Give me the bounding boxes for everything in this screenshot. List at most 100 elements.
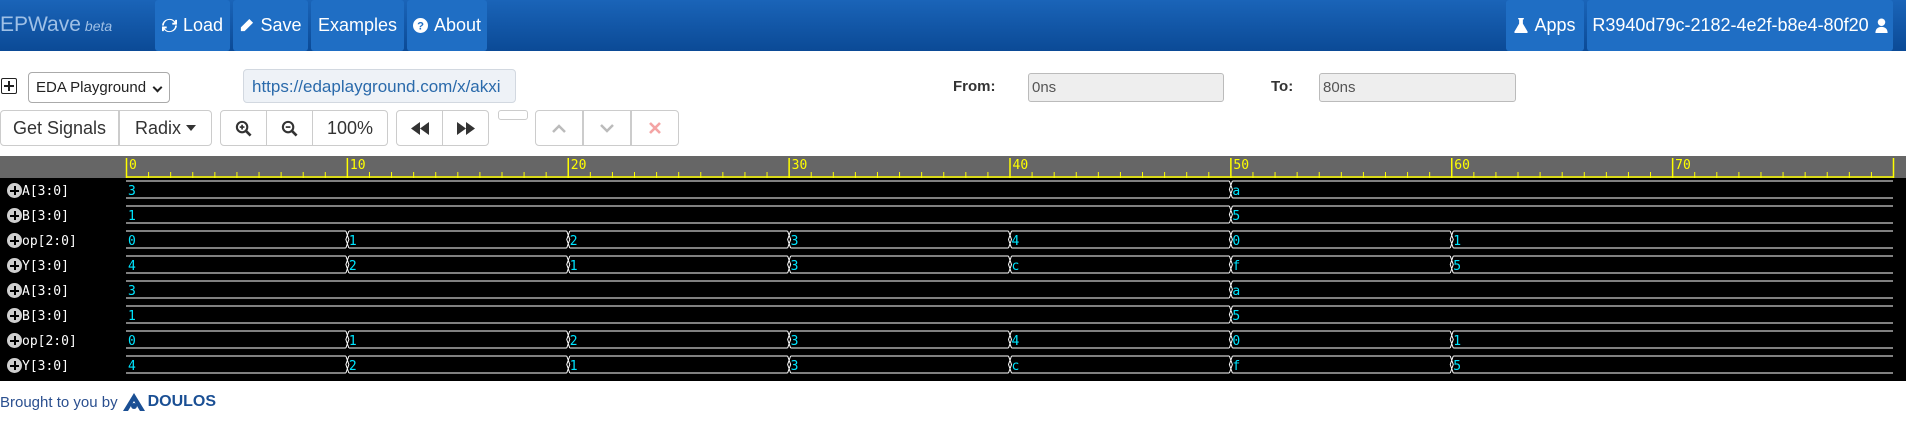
signal-value: 2 <box>349 359 357 374</box>
get-signals-button[interactable]: Get Signals <box>0 110 119 146</box>
doulos-logo-icon <box>122 393 145 411</box>
examples-button[interactable]: Examples <box>311 0 404 51</box>
signal-value: 2 <box>570 334 578 349</box>
timeline-ruler <box>0 156 1906 178</box>
footer: Brought to you by DOULOS <box>0 393 216 411</box>
signal-value: 2 <box>349 259 357 274</box>
close-icon <box>649 122 661 134</box>
chevron-down-icon <box>152 82 163 93</box>
timeline-tick-label: 20 <box>571 158 587 173</box>
signal-name: B[3:0] <box>22 209 69 224</box>
doulos-logo-text: DOULOS <box>147 393 217 410</box>
signal-value: 1 <box>1453 334 1461 349</box>
signal-value: 3 <box>791 359 799 374</box>
signal-value: 3 <box>791 234 799 249</box>
signal-row-label[interactable]: Y[3:0] <box>0 354 125 379</box>
signal-value: 4 <box>128 259 136 274</box>
signal-row-label[interactable]: Y[3:0] <box>0 254 125 279</box>
question-circle-icon: ? <box>412 18 428 33</box>
playground-select[interactable]: EDA Playground <box>28 72 170 103</box>
apps-button[interactable]: Apps <box>1506 0 1584 51</box>
signal-value: 5 <box>1232 309 1240 324</box>
zoom-in-button[interactable] <box>220 110 267 146</box>
signal-value: 2 <box>570 234 578 249</box>
zoom-out-icon <box>281 120 298 137</box>
brand-name: EPWave <box>0 13 81 36</box>
jump-start-button[interactable] <box>396 110 443 146</box>
plus-circle-icon[interactable] <box>7 183 22 198</box>
plus-circle-icon[interactable] <box>7 358 22 373</box>
user-id: R3940d79c-2182-4e2f-b8e4-80f20 <box>1592 15 1869 35</box>
signal-value: c <box>1012 359 1020 374</box>
zoom-level[interactable]: 100% <box>312 110 388 146</box>
radix-label: Radix <box>134 117 182 138</box>
user-icon <box>1875 18 1888 33</box>
signal-name: Y[3:0] <box>22 359 69 374</box>
svg-text:?: ? <box>417 21 424 33</box>
signal-row-label[interactable]: B[3:0] <box>0 204 125 229</box>
plus-circle-icon[interactable] <box>7 258 22 273</box>
share-url-field[interactable]: https://edaplayground.com/x/akxi <box>243 69 516 103</box>
move-up-button[interactable] <box>535 110 583 146</box>
expand-all-icon[interactable] <box>1 78 17 94</box>
signal-value: 1 <box>570 359 578 374</box>
load-label: Load <box>182 15 224 35</box>
about-label: About <box>433 15 482 35</box>
signal-row-label[interactable]: op[2:0] <box>0 229 125 254</box>
waveform-canvas[interactable]: 0 10 20 30 40 50 60 703 a1 50 1 2 3 4 0 14 2 1 3 c f 53 a1 50 1 2… <box>0 156 1906 381</box>
about-button[interactable]: ? About <box>407 0 487 51</box>
signal-row-label[interactable]: B[3:0] <box>0 304 125 329</box>
to-label: To: <box>1271 78 1294 95</box>
timeline-tick-label: 40 <box>1013 158 1029 173</box>
plus-circle-icon[interactable] <box>7 233 22 248</box>
plus-circle-icon[interactable] <box>7 333 22 348</box>
flask-icon <box>1514 18 1529 33</box>
backward-icon <box>410 121 429 135</box>
from-label: From: <box>953 78 996 95</box>
plus-circle-icon[interactable] <box>7 208 22 223</box>
apps-label: Apps <box>1534 15 1576 35</box>
get-signals-label: Get Signals <box>12 117 107 138</box>
refresh-icon <box>161 18 177 33</box>
top-navbar: EPWave beta Load Save Examples ? About Ap… <box>0 0 1906 51</box>
brand-beta: beta <box>84 18 113 34</box>
to-input[interactable]: 80ns <box>1319 73 1516 102</box>
brand[interactable]: EPWave beta <box>0 13 112 37</box>
zoom-out-button[interactable] <box>266 110 313 146</box>
signal-value: 1 <box>349 234 357 249</box>
save-button[interactable]: Save <box>233 0 308 51</box>
signal-row-label[interactable]: A[3:0] <box>0 179 125 204</box>
signal-value: a <box>1232 184 1240 199</box>
from-input[interactable]: 0ns <box>1028 73 1224 102</box>
move-down-button[interactable] <box>583 110 631 146</box>
signal-row-label[interactable]: op[2:0] <box>0 329 125 354</box>
signal-value: f <box>1232 359 1240 374</box>
signal-row-label[interactable]: A[3:0] <box>0 279 125 304</box>
radix-dropdown[interactable]: Radix <box>119 110 212 146</box>
waveform-viewer[interactable]: 0 10 20 30 40 50 60 70 3 a 1 5 0 1 2 3 4 0 1 4 2 1 3 c f 5 3 a 1 5 0 1 2… <box>0 156 1906 381</box>
user-button[interactable]: R3940d79c-2182-4e2f-b8e4-80f20 <box>1587 0 1893 51</box>
forward-icon <box>456 121 475 135</box>
chevron-up-icon <box>552 123 566 133</box>
plus-circle-icon[interactable] <box>7 283 22 298</box>
remove-signal-button[interactable] <box>631 110 679 146</box>
doulos-logo[interactable]: DOULOS <box>122 393 217 411</box>
jump-end-button[interactable] <box>442 110 489 146</box>
plus-circle-icon[interactable] <box>7 308 22 323</box>
signal-name-slot[interactable] <box>498 110 528 120</box>
signal-value: 5 <box>1232 209 1240 224</box>
signal-name: Y[3:0] <box>22 259 69 274</box>
signal-value: a <box>1232 284 1240 299</box>
signal-name: A[3:0] <box>22 284 69 299</box>
signal-value: 4 <box>1012 234 1020 249</box>
timeline-tick-label: 60 <box>1454 158 1470 173</box>
signal-value: 1 <box>128 309 136 324</box>
caret-down-icon <box>186 125 197 131</box>
timeline-tick-label: 70 <box>1675 158 1691 173</box>
examples-label: Examples <box>317 15 398 35</box>
load-button[interactable]: Load <box>155 0 230 51</box>
signal-value: 0 <box>128 234 136 249</box>
signal-value: 1 <box>128 209 136 224</box>
footer-text: Brought to you by <box>0 393 118 411</box>
signal-value: 0 <box>1232 334 1240 349</box>
